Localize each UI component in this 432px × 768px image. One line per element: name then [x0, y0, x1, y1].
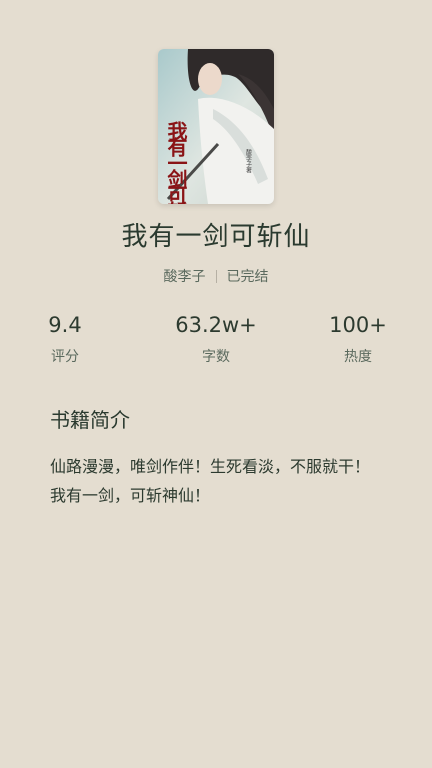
- book-title: 我有一剑可斩仙: [121, 222, 311, 252]
- rating-label: 评分: [51, 349, 79, 365]
- meta-divider: [215, 269, 217, 283]
- popularity-label: 热度: [344, 349, 372, 365]
- stat-popularity: 100+ 热度: [298, 312, 418, 366]
- intro-heading: 书籍简介: [50, 408, 130, 432]
- intro-text: 仙路漫漫，唯剑作伴！生死看淡，不服就干！我有一剑，可斩神仙！: [50, 457, 371, 505]
- author-name[interactable]: 酸李子: [164, 266, 206, 286]
- book-cover-image[interactable]: 我有一剑可斩仙 酸李子著: [158, 49, 274, 204]
- cover-title-calligraphy: 我有一剑可斩仙: [164, 121, 188, 204]
- svg-text:酸李子著: 酸李子著: [245, 148, 252, 174]
- stat-word-count: 63.2w+ 字数: [156, 312, 276, 366]
- book-meta: 酸李子 已完结: [0, 266, 432, 286]
- word-count-value: 63.2w+: [175, 313, 257, 337]
- stat-rating: 9.4 评分: [5, 312, 125, 366]
- svg-text:我有一剑可斩仙: 我有一剑可斩仙: [164, 121, 188, 204]
- rating-value: 9.4: [48, 313, 82, 337]
- book-detail-page: 我有一剑可斩仙 酸李子著 我有一剑可斩仙 酸李子 已完结 9.4 评分 63.2…: [0, 0, 432, 768]
- word-count-label: 字数: [202, 349, 230, 365]
- popularity-value: 100+: [329, 313, 387, 337]
- completion-status: 已完结: [226, 269, 269, 285]
